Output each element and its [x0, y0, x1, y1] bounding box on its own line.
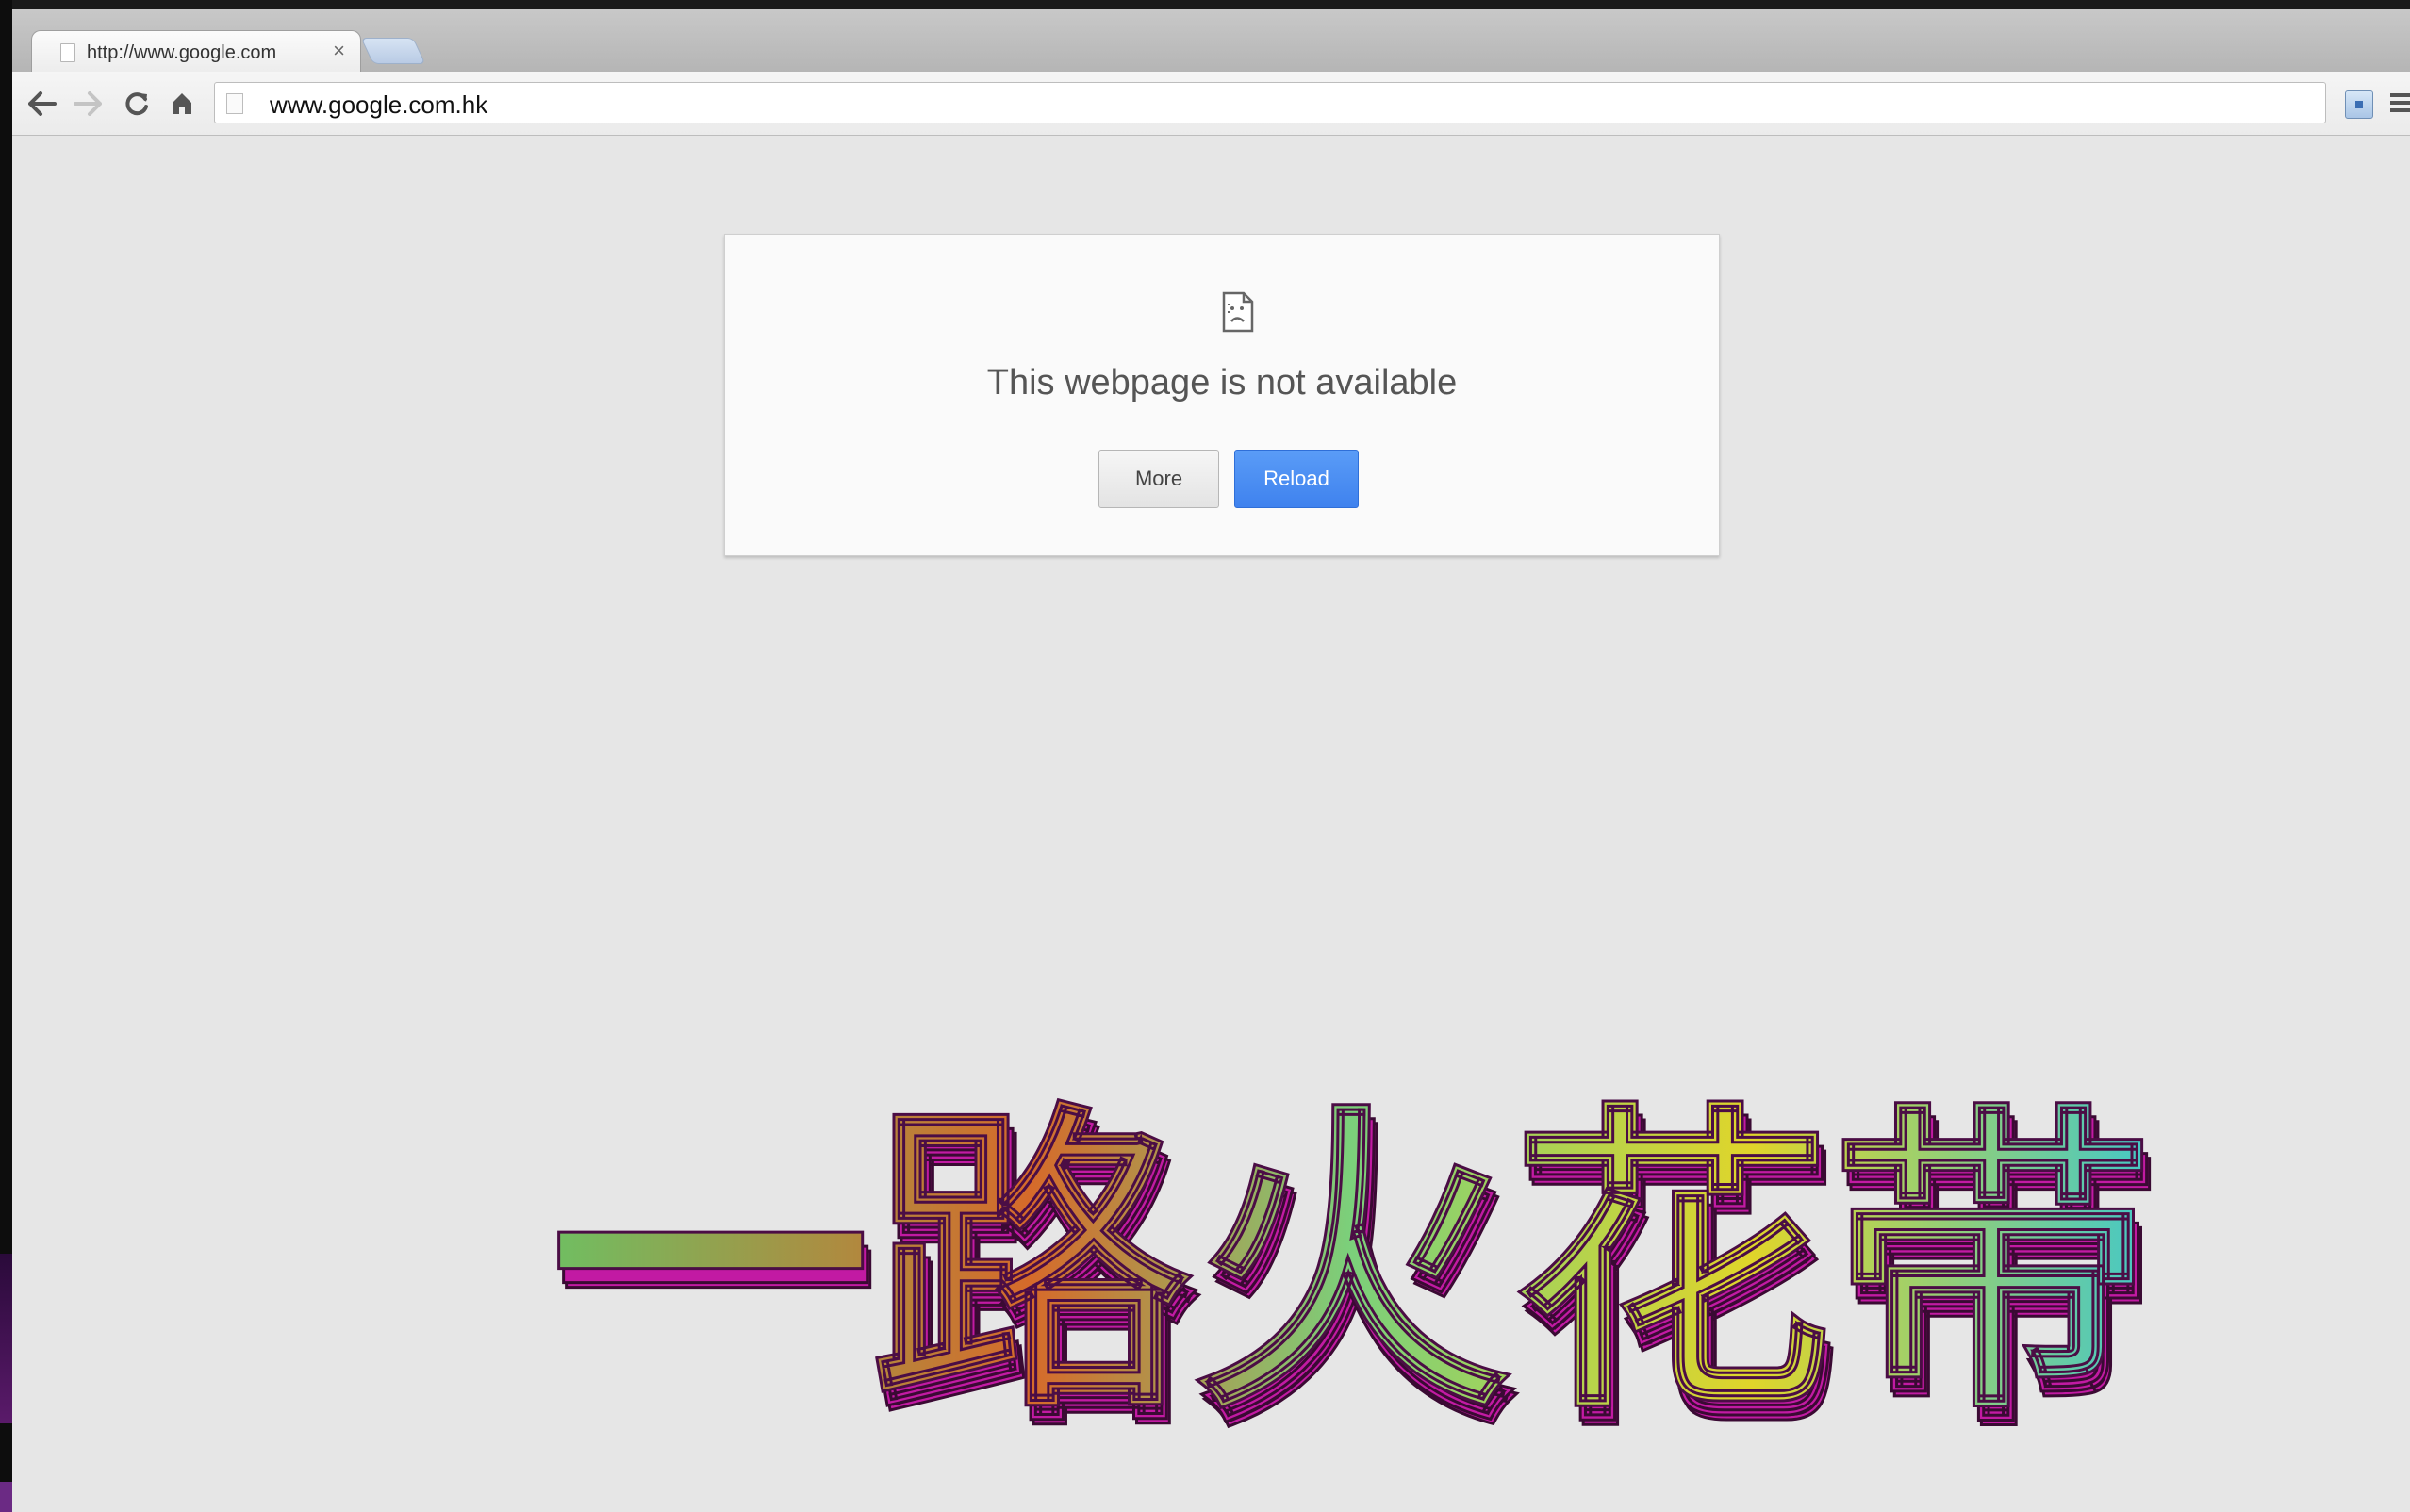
arrow-left-icon: [28, 91, 57, 116]
tab-title: http://www.google.com: [87, 42, 277, 63]
browser-toolbar: www.google.com.hk: [12, 72, 2410, 136]
broken-page-icon: [1222, 291, 1254, 333]
reload-icon: [125, 92, 148, 116]
tab-strip: http://www.google.com ×: [12, 9, 2410, 74]
address-bar[interactable]: www.google.com.hk: [214, 82, 2326, 123]
error-title: This webpage is not available: [986, 363, 1458, 403]
back-button[interactable]: [24, 85, 61, 123]
menu-line: [2390, 108, 2410, 112]
arrow-right-icon: [74, 91, 102, 116]
decorative-3d-text: 一路火花带 一路火花带 一路火花带: [549, 1077, 2410, 1512]
page-favicon-icon: [60, 43, 75, 62]
tab-google[interactable]: http://www.google.com ×: [31, 30, 361, 74]
desktop-edge-accent: [0, 1254, 12, 1423]
home-icon: [173, 93, 191, 114]
desktop-left-edge: [0, 0, 12, 1512]
home-button[interactable]: [163, 85, 201, 123]
address-bar-url[interactable]: www.google.com.hk: [270, 90, 487, 120]
reload-button[interactable]: [118, 85, 156, 123]
page-content: This webpage is not available More Reloa…: [12, 136, 2410, 1512]
tab-close-icon[interactable]: ×: [333, 40, 345, 62]
new-tab-button[interactable]: [360, 38, 426, 64]
screen: http://www.google.com × www.google.com.h…: [0, 0, 2410, 1512]
error-card: This webpage is not available More Reloa…: [724, 234, 1720, 556]
menu-line: [2390, 93, 2410, 97]
more-button[interactable]: More: [1098, 450, 1219, 508]
3d-text-graphic: 一路火花带 一路火花带 一路火花带: [549, 1077, 2162, 1472]
hamburger-menu-icon[interactable]: [2390, 89, 2410, 117]
page-icon: [226, 93, 243, 114]
reload-page-button[interactable]: Reload: [1234, 450, 1359, 508]
3d-text-face: 一路火花带: [550, 1078, 2153, 1452]
forward-button[interactable]: [69, 85, 107, 123]
desktop-edge-accent-bottom: [0, 1482, 12, 1512]
extension-icon[interactable]: [2345, 90, 2373, 119]
menu-line: [2390, 101, 2410, 105]
browser-window: http://www.google.com × www.google.com.h…: [12, 9, 2410, 1512]
